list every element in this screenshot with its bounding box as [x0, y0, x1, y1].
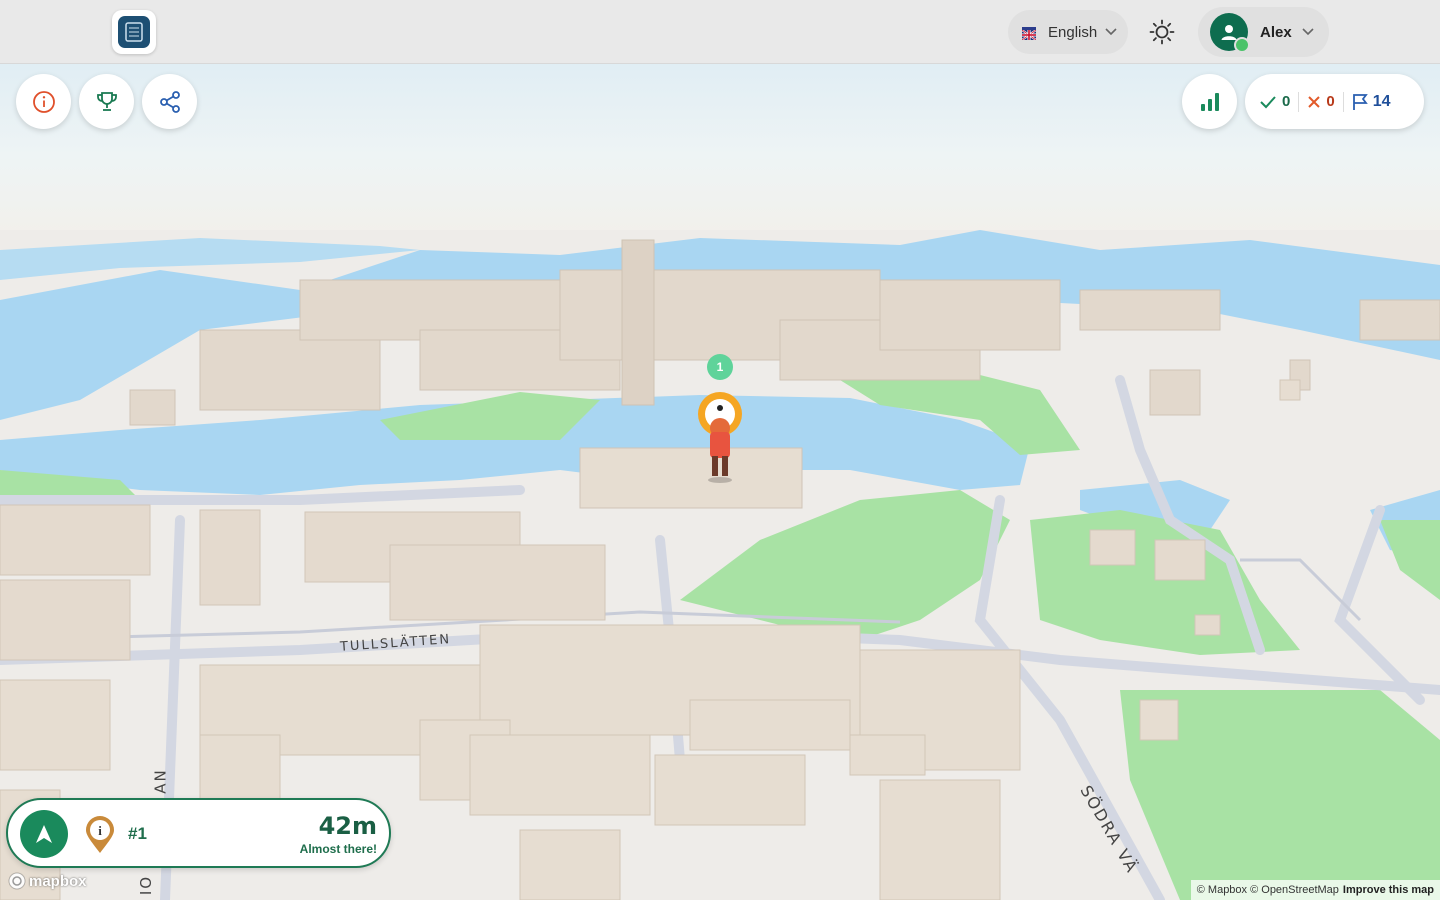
online-status-dot — [1234, 37, 1250, 53]
correct-count-value: 0 — [1282, 93, 1291, 110]
improve-map-link[interactable]: Improve this map — [1343, 884, 1434, 896]
navigation-card[interactable]: i #1 42m Almost there! — [6, 798, 391, 868]
score-panel: 0 0 14 — [1245, 74, 1424, 129]
street-label-an: AN — [151, 768, 170, 794]
flags-remaining-value: 14 — [1372, 92, 1391, 110]
share-icon — [159, 90, 180, 113]
wrong-count: 0 — [1307, 93, 1335, 110]
recenter-button[interactable] — [20, 810, 68, 858]
check-icon — [1260, 95, 1276, 108]
distance-value: 42m — [318, 812, 377, 840]
bar-chart-icon — [1200, 92, 1219, 111]
flags-remaining: 14 — [1352, 92, 1391, 111]
info-icon — [32, 90, 55, 113]
top-bar: English Alex — [0, 0, 1440, 64]
target-number-marker[interactable]: 1 — [707, 354, 733, 380]
theme-toggle-button[interactable] — [1140, 10, 1184, 54]
wrong-count-value: 0 — [1326, 93, 1335, 110]
distance-status: Almost there! — [299, 842, 377, 856]
correct-count: 0 — [1259, 93, 1290, 110]
street-label-io: IO — [137, 874, 156, 896]
trophy-icon — [96, 91, 117, 111]
avatar — [1210, 13, 1250, 53]
sun-icon — [1149, 19, 1175, 45]
language-label: English — [1048, 23, 1098, 41]
user-icon — [1221, 25, 1237, 40]
app-logo[interactable] — [112, 10, 156, 54]
attribution-text[interactable]: © Mapbox © OpenStreetMap — [1197, 884, 1339, 896]
stats-button[interactable] — [1182, 74, 1237, 129]
user-name: Alex — [1260, 23, 1292, 41]
target-rank: #1 — [128, 824, 147, 843]
map-canvas[interactable] — [0, 0, 1440, 900]
chevron-down-icon — [1105, 23, 1117, 41]
navigation-arrow-icon — [36, 825, 52, 843]
uk-flag-icon — [1021, 27, 1037, 41]
divider — [1342, 91, 1344, 112]
map-attribution: © Mapbox © OpenStreetMap Improve this ma… — [1190, 880, 1440, 900]
info-button[interactable] — [16, 74, 71, 129]
mapbox-icon — [8, 872, 26, 890]
leaderboard-button[interactable] — [79, 74, 134, 129]
cross-icon — [1308, 95, 1321, 108]
user-menu[interactable]: Alex — [1198, 7, 1329, 57]
location-pin-icon: i — [84, 816, 116, 859]
svg-text:i: i — [98, 823, 102, 838]
flag-icon — [1352, 93, 1368, 110]
language-selector[interactable]: English — [1008, 10, 1128, 54]
mapbox-logo-text: mapbox — [29, 872, 87, 890]
chevron-down-icon — [1302, 23, 1314, 41]
divider — [1298, 91, 1300, 112]
logo-emblem-icon — [118, 16, 150, 48]
share-button[interactable] — [142, 74, 197, 129]
mapbox-logo[interactable]: mapbox — [8, 872, 87, 890]
